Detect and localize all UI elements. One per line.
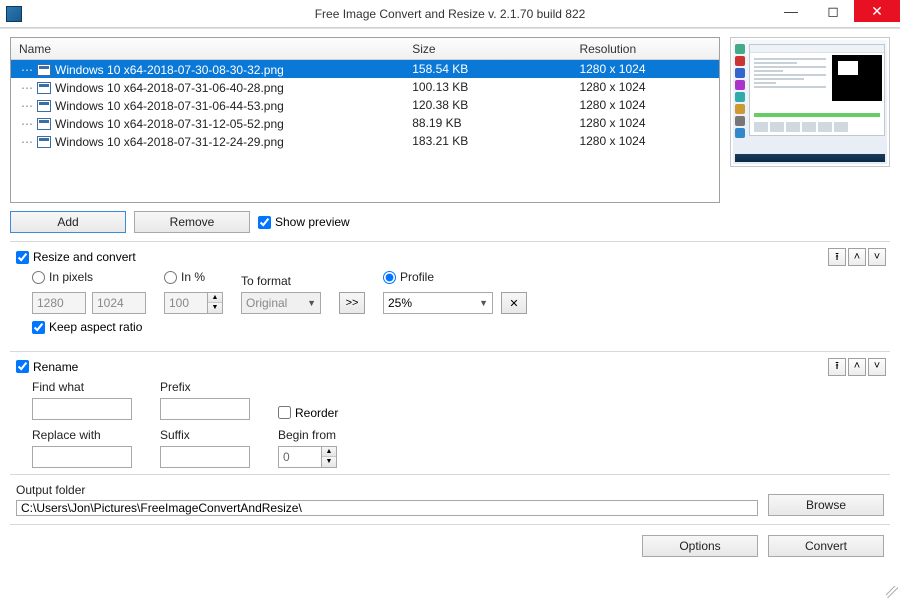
to-format-label: To format bbox=[241, 274, 321, 288]
file-resolution: 1280 x 1024 bbox=[571, 116, 719, 130]
section-collapse-down-icon[interactable]: ˅ bbox=[868, 248, 886, 266]
image-file-icon bbox=[37, 82, 51, 94]
show-preview-checkbox[interactable]: Show preview bbox=[258, 215, 350, 229]
options-button[interactable]: Options bbox=[642, 535, 758, 557]
file-name: Windows 10 x64-2018-07-31-12-24-29.png bbox=[55, 135, 284, 149]
file-size: 100.13 KB bbox=[404, 80, 571, 94]
convert-button[interactable]: Convert bbox=[768, 535, 884, 557]
section-collapse-down-icon[interactable]: ˅ bbox=[868, 358, 886, 376]
image-file-icon bbox=[37, 64, 51, 76]
replace-input[interactable] bbox=[32, 446, 132, 468]
suffix-label: Suffix bbox=[160, 428, 250, 442]
file-name: Windows 10 x64-2018-07-31-06-44-53.png bbox=[55, 99, 284, 113]
suffix-input[interactable] bbox=[160, 446, 250, 468]
col-size-header[interactable]: Size bbox=[404, 42, 571, 56]
reorder-checkbox[interactable]: Reorder bbox=[278, 406, 338, 420]
file-resolution: 1280 x 1024 bbox=[571, 80, 719, 94]
col-name-header[interactable]: Name bbox=[11, 42, 404, 56]
close-button[interactable]: ✕ bbox=[854, 0, 900, 22]
section-collapse-up-icon[interactable]: ˄ bbox=[848, 358, 866, 376]
preview-pane bbox=[730, 37, 890, 167]
file-size: 120.38 KB bbox=[404, 98, 571, 112]
keep-aspect-checkbox[interactable]: Keep aspect ratio bbox=[32, 320, 142, 334]
section-collapse-full-icon[interactable]: ⭱ bbox=[828, 358, 846, 376]
spin-down-icon[interactable]: ▼ bbox=[208, 303, 222, 313]
maximize-button[interactable]: ◻ bbox=[812, 0, 854, 22]
section-collapse-full-icon[interactable]: ⭱ bbox=[828, 248, 846, 266]
resize-section: Resize and convert ⭱ ˄ ˅ In pixels bbox=[10, 241, 890, 343]
file-size: 88.19 KB bbox=[404, 116, 571, 130]
section-collapse-up-icon[interactable]: ˄ bbox=[848, 248, 866, 266]
file-size: 158.54 KB bbox=[404, 62, 571, 76]
file-list-header[interactable]: Name Size Resolution bbox=[11, 38, 719, 60]
file-list[interactable]: Name Size Resolution ⋯Windows 10 x64-201… bbox=[10, 37, 720, 203]
output-folder-label: Output folder bbox=[16, 483, 758, 497]
clear-profile-button[interactable]: ✕ bbox=[501, 292, 527, 314]
chevron-down-icon: ▼ bbox=[307, 298, 316, 308]
image-file-icon bbox=[37, 118, 51, 130]
file-name: Windows 10 x64-2018-07-31-12-05-52.png bbox=[55, 117, 284, 131]
find-what-label: Find what bbox=[32, 380, 132, 394]
file-resolution: 1280 x 1024 bbox=[571, 98, 719, 112]
height-input[interactable] bbox=[92, 292, 146, 314]
profile-radio[interactable]: Profile bbox=[383, 270, 527, 284]
replace-with-label: Replace with bbox=[32, 428, 132, 442]
file-resolution: 1280 x 1024 bbox=[571, 134, 719, 148]
browse-button[interactable]: Browse bbox=[768, 494, 884, 516]
begin-from-label: Begin from bbox=[278, 428, 338, 442]
file-row[interactable]: ⋯Windows 10 x64-2018-07-31-06-40-28.png1… bbox=[11, 78, 719, 96]
window-title: Free Image Convert and Resize v. 2.1.70 … bbox=[0, 7, 900, 21]
image-file-icon bbox=[37, 100, 51, 112]
prefix-input[interactable] bbox=[160, 398, 250, 420]
resize-grip-icon[interactable] bbox=[886, 586, 898, 598]
footer: Options Convert bbox=[10, 524, 890, 563]
chevron-down-icon: ▼ bbox=[479, 298, 488, 308]
file-name: Windows 10 x64-2018-07-31-06-40-28.png bbox=[55, 81, 284, 95]
file-row[interactable]: ⋯Windows 10 x64-2018-07-31-12-24-29.png1… bbox=[11, 132, 719, 150]
percent-spinner[interactable]: ▲▼ bbox=[164, 292, 223, 314]
remove-button[interactable]: Remove bbox=[134, 211, 250, 233]
file-row[interactable]: ⋯Windows 10 x64-2018-07-30-08-30-32.png1… bbox=[11, 60, 719, 78]
title-bar: Free Image Convert and Resize v. 2.1.70 … bbox=[0, 0, 900, 28]
rename-enable-checkbox[interactable]: Rename bbox=[16, 360, 78, 374]
file-row[interactable]: ⋯Windows 10 x64-2018-07-31-12-05-52.png8… bbox=[11, 114, 719, 132]
prefix-label: Prefix bbox=[160, 380, 250, 394]
minimize-button[interactable]: — bbox=[770, 0, 812, 22]
spin-down-icon[interactable]: ▼ bbox=[322, 457, 336, 467]
apply-format-button[interactable]: >> bbox=[339, 292, 365, 314]
file-name: Windows 10 x64-2018-07-30-08-30-32.png bbox=[55, 63, 284, 77]
image-file-icon bbox=[37, 136, 51, 148]
profile-select[interactable]: 25% ▼ bbox=[383, 292, 493, 314]
spin-up-icon[interactable]: ▲ bbox=[322, 447, 336, 457]
output-folder-input[interactable] bbox=[16, 500, 758, 516]
resize-enable-checkbox[interactable]: Resize and convert bbox=[16, 250, 136, 264]
in-pixels-radio[interactable]: In pixels bbox=[32, 270, 146, 284]
file-size: 183.21 KB bbox=[404, 134, 571, 148]
in-percent-radio[interactable]: In % bbox=[164, 270, 223, 284]
spin-up-icon[interactable]: ▲ bbox=[208, 293, 222, 303]
output-folder-section: Output folder Browse bbox=[10, 474, 890, 524]
file-resolution: 1280 x 1024 bbox=[571, 62, 719, 76]
rename-section: Rename ⭱ ˄ ˅ Find what Replace with Pref… bbox=[10, 351, 890, 474]
add-button[interactable]: Add bbox=[10, 211, 126, 233]
file-row[interactable]: ⋯Windows 10 x64-2018-07-31-06-44-53.png1… bbox=[11, 96, 719, 114]
width-input[interactable] bbox=[32, 292, 86, 314]
col-res-header[interactable]: Resolution bbox=[571, 42, 719, 56]
format-select[interactable]: Original ▼ bbox=[241, 292, 321, 314]
find-input[interactable] bbox=[32, 398, 132, 420]
begin-spinner[interactable]: ▲▼ bbox=[278, 446, 338, 468]
